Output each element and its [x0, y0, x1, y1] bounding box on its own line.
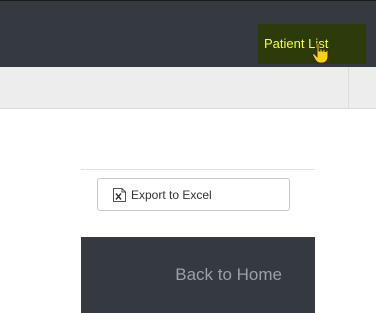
secondary-bar: [0, 67, 376, 109]
panel-divider: [81, 169, 315, 170]
export-to-excel-button[interactable]: Export to Excel: [97, 178, 290, 211]
secondary-bar-divider: [348, 67, 349, 108]
back-to-home-button[interactable]: Back to Home: [81, 237, 315, 313]
hand-pointer-icon: [311, 42, 329, 64]
top-navbar: Patient List: [0, 1, 376, 67]
export-button-label: Export to Excel: [131, 187, 212, 202]
excel-file-icon: [113, 187, 126, 202]
